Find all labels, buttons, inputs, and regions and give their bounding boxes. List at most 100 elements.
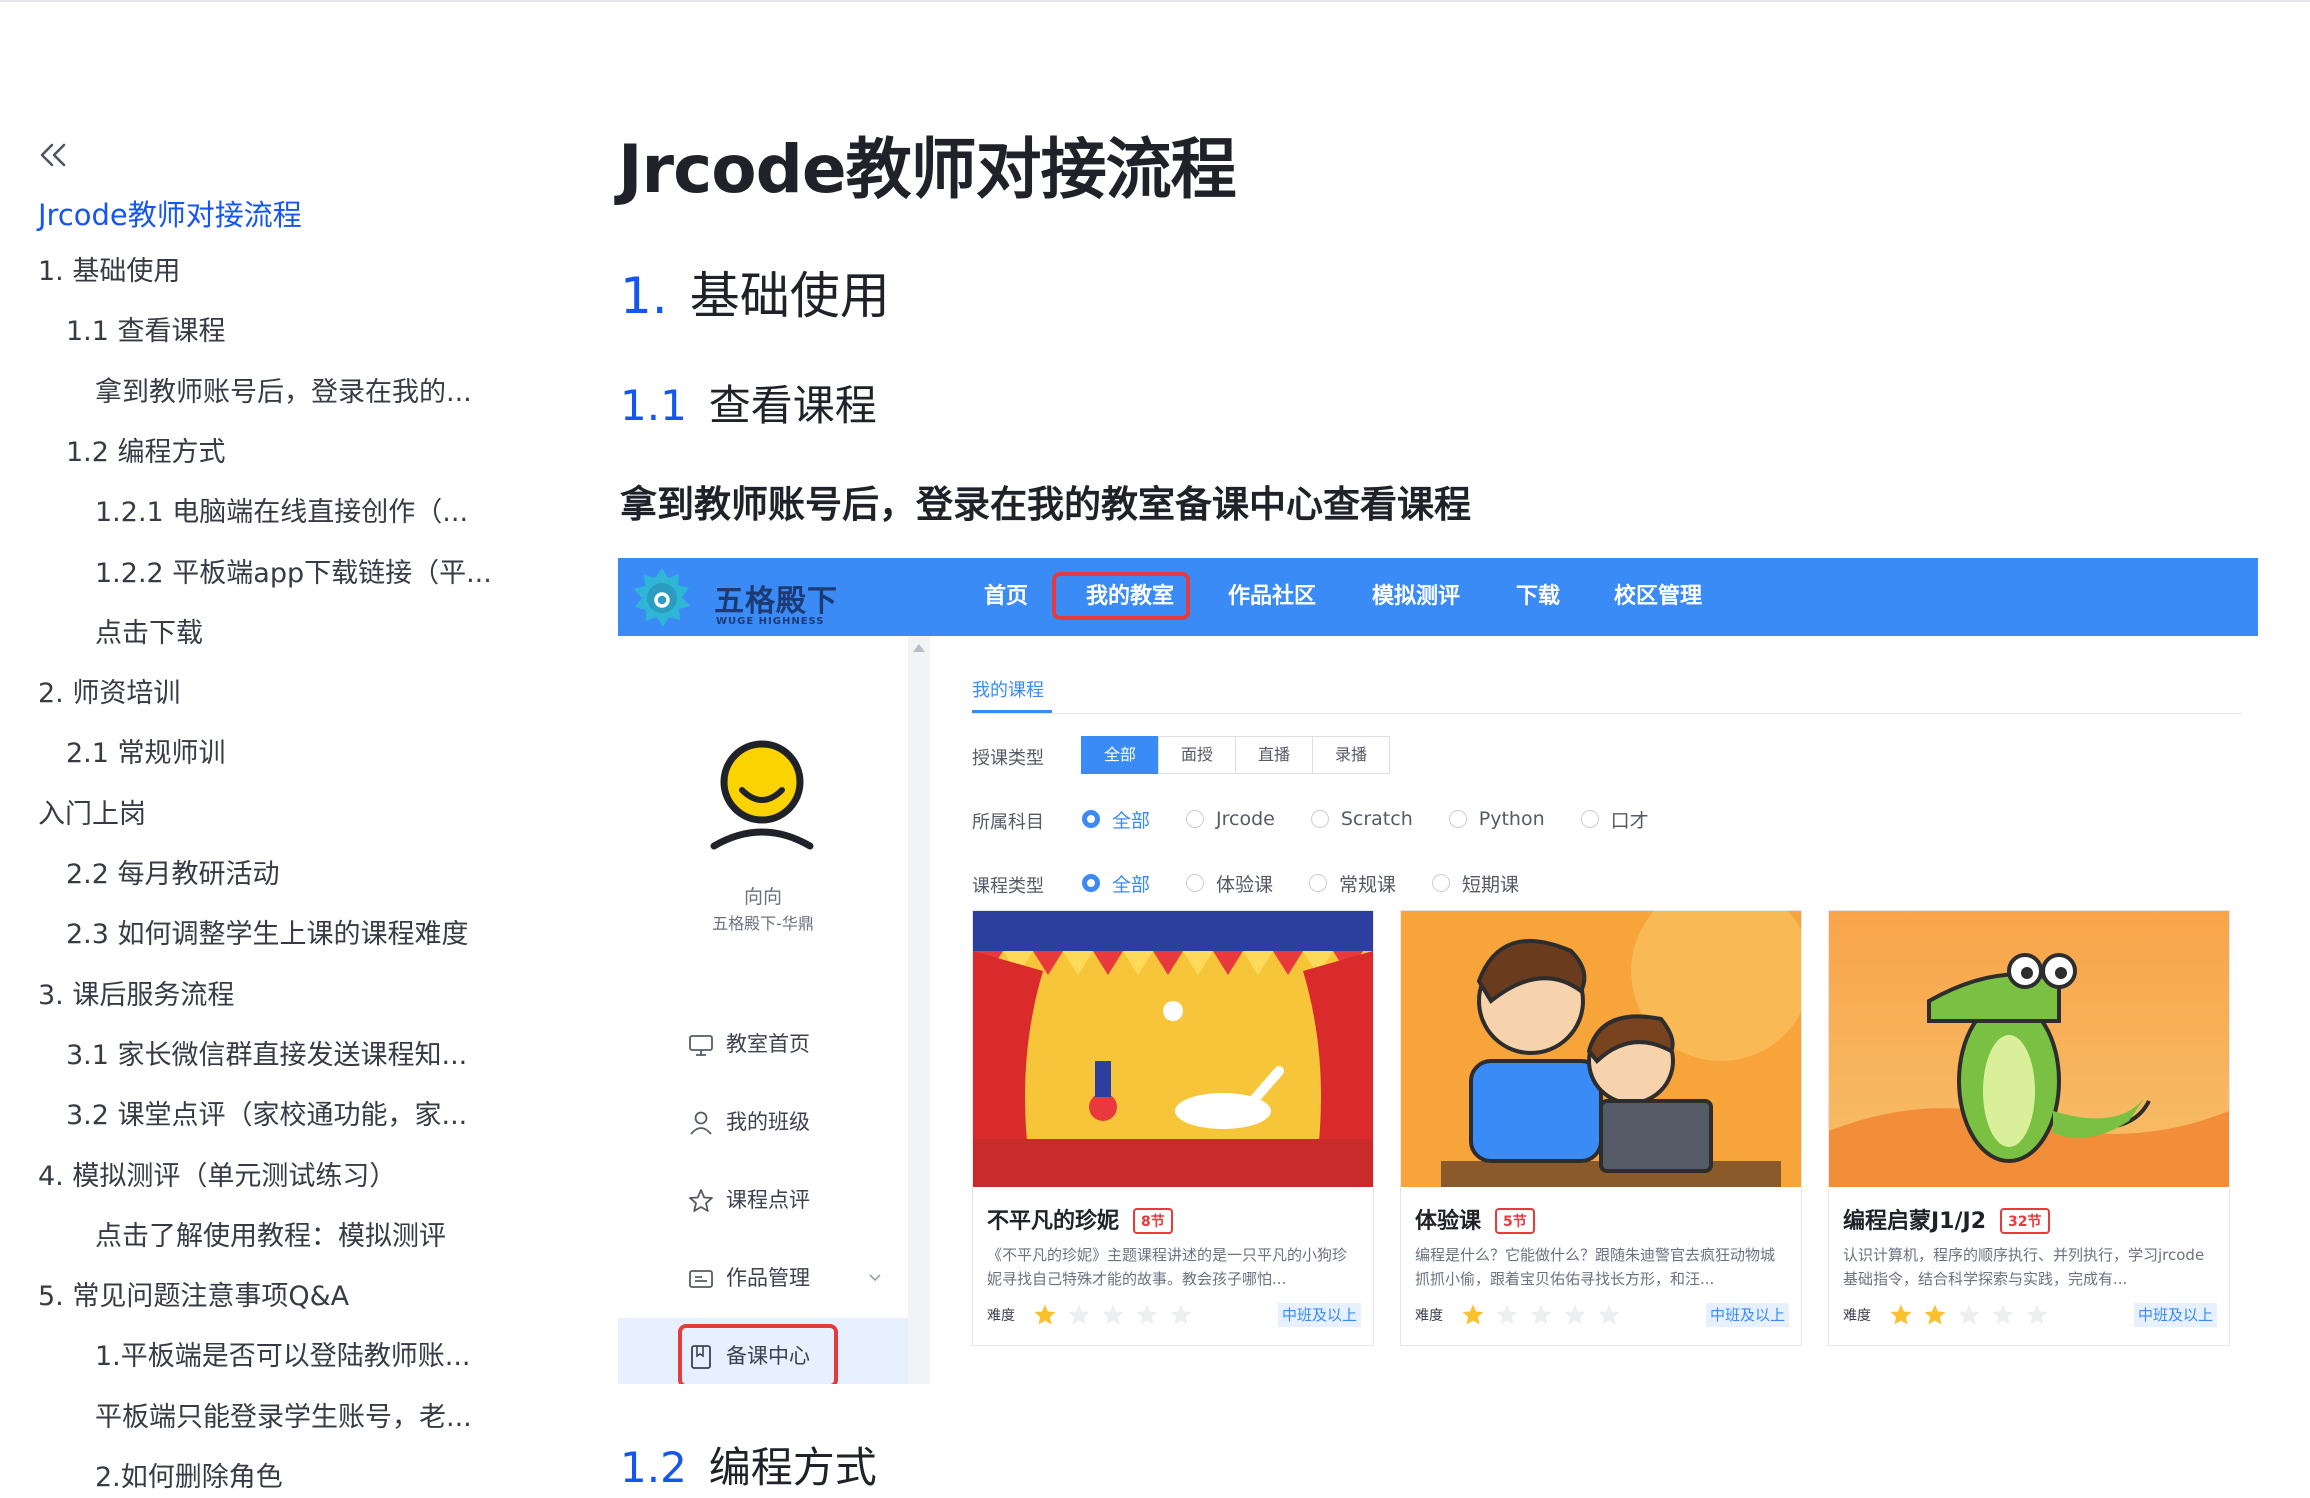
- radio-checked-icon: [1082, 810, 1100, 828]
- outline-item[interactable]: 1.1 查看课程: [66, 314, 226, 350]
- radio-label: 全部: [1112, 809, 1151, 832]
- user-name: 向向: [743, 886, 782, 908]
- outline-item[interactable]: 拿到教师账号后，登录在我的...: [95, 375, 472, 411]
- seg-option-in-person[interactable]: 面授: [1158, 736, 1237, 774]
- radio-course-short[interactable]: 短期课: [1432, 870, 1519, 897]
- outline-item[interactable]: 点击了解使用教程：模拟测评: [95, 1219, 446, 1255]
- heading-number: 1.1: [620, 381, 687, 430]
- age-level-tag: 中班及以上: [1705, 1303, 1789, 1327]
- seg-option-recorded[interactable]: 录播: [1312, 736, 1391, 774]
- outline-item[interactable]: 3.1 家长微信群直接发送课程知...: [66, 1038, 467, 1074]
- star-empty-icon: [1530, 1304, 1552, 1325]
- star-empty-icon: [1598, 1304, 1620, 1325]
- radio-unchecked-icon: [1186, 874, 1205, 892]
- course-card[interactable]: 不平凡的珍妮 8节 《不平凡的珍妮》主题课程讲述的是一只平凡的小狗珍妮寻找自己特殊…: [972, 910, 1374, 1346]
- menu-my-class[interactable]: 我的班级: [618, 1084, 908, 1160]
- radio-checked-icon: [1082, 874, 1100, 892]
- outline-item[interactable]: 2.2 每月教研活动: [66, 857, 280, 893]
- course-footer: 难度 中班及以上: [1843, 1303, 2217, 1327]
- star-filled-icon: [1462, 1304, 1484, 1325]
- star-empty-icon: [1992, 1304, 2014, 1325]
- radio-subject-all[interactable]: 全部: [1082, 806, 1150, 833]
- nav-download[interactable]: 下载: [1516, 558, 1560, 636]
- monitor-icon: [689, 1035, 713, 1056]
- lesson-count-badge: 8节: [1133, 1208, 1173, 1234]
- course-description: 认识计算机，程序的顺序执行、并列执行，学习jrcode基础指令，结合科学探索与实…: [1843, 1246, 2205, 1288]
- menu-label: 教室首页: [726, 1032, 810, 1056]
- radio-subject-python[interactable]: Python: [1448, 808, 1545, 830]
- outline-item[interactable]: 1.平板端是否可以登陆教师账...: [95, 1339, 471, 1375]
- radio-label: Jrcode: [1216, 808, 1275, 830]
- outline-item[interactable]: 入门上岗: [38, 797, 146, 833]
- star-filled-icon: [1924, 1304, 1946, 1325]
- difficulty-stars: [1033, 1303, 1203, 1327]
- document-body: Jrcode教师对接流程 1. 基础使用 1.1 查看课程 拿到教师账号后，登录在我…: [618, 0, 2258, 1498]
- radio-unchecked-icon: [1580, 810, 1599, 828]
- double-chevron-left-icon[interactable]: [34, 136, 72, 174]
- outline-item[interactable]: 1.2.1 电脑端在线直接创作（...: [95, 495, 468, 531]
- outline-item[interactable]: 5. 常见问题注意事项Q&A: [38, 1279, 349, 1315]
- star-empty-icon: [1958, 1304, 1980, 1325]
- menu-classroom-home[interactable]: 教室首页: [618, 1006, 908, 1082]
- radio-subject-scratch[interactable]: Scratch: [1310, 808, 1413, 830]
- difficulty-stars: [1461, 1303, 1631, 1327]
- outline-item[interactable]: 点击下载: [95, 616, 203, 652]
- lesson-count-badge: 32节: [2000, 1208, 2050, 1234]
- radio-course-regular[interactable]: 常规课: [1309, 870, 1396, 897]
- course-card[interactable]: 体验课 5节 编程是什么？它能做什么？跟随朱迪警官去疯狂动物城抓抓小偷，跟着宝贝佑…: [1400, 910, 1802, 1346]
- nav-works-community[interactable]: 作品社区: [1228, 558, 1316, 636]
- tab-my-courses[interactable]: 我的课程: [972, 676, 1044, 702]
- outline-item[interactable]: 1.2 编程方式: [66, 435, 226, 471]
- scroll-up-arrow-icon[interactable]: [913, 644, 925, 652]
- radio-label: 全部: [1112, 873, 1151, 896]
- nav-home[interactable]: 首页: [984, 558, 1028, 636]
- seg-option-all[interactable]: 全部: [1081, 736, 1160, 774]
- outline-item[interactable]: 1.2.2 平板端app下载链接（平...: [95, 556, 492, 592]
- crocodile-illustration: [1829, 911, 2229, 1187]
- course-title: 不平凡的珍妮 8节: [987, 1203, 1173, 1235]
- radio-subject-speech[interactable]: 口才: [1580, 806, 1649, 833]
- menu-course-review[interactable]: 课程点评: [618, 1162, 908, 1238]
- outline-item[interactable]: 平板端只能登录学生账号，老...: [95, 1400, 472, 1436]
- document-outline: Jrcode教师对接流程 1. 基础使用 1.1 查看课程拿到教师账号后，登录在我…: [0, 0, 520, 1498]
- outline-item[interactable]: 2.如何删除角色: [95, 1460, 283, 1496]
- outline-item[interactable]: 3. 课后服务流程: [38, 978, 234, 1014]
- sidebar-scrollbar[interactable]: [908, 636, 930, 1384]
- course-card[interactable]: 编程启蒙J1/J2 32节 认识计算机，程序的顺序执行、并列执行，学习jrcode…: [1828, 910, 2230, 1346]
- outline-item[interactable]: 2.1 常规师训: [66, 736, 226, 772]
- outline-item[interactable]: 4. 模拟测评（单元测试练习）: [38, 1159, 396, 1195]
- star-empty-icon: [1496, 1304, 1518, 1325]
- age-level-tag: 中班及以上: [2133, 1303, 2217, 1327]
- radio-course-trial[interactable]: 体验课: [1186, 870, 1273, 897]
- star-empty-icon: [1136, 1304, 1158, 1325]
- seg-option-live[interactable]: 直播: [1235, 736, 1314, 774]
- nav-campus-admin[interactable]: 校区管理: [1614, 558, 1702, 636]
- outline-item[interactable]: 2. 师资培训: [38, 676, 180, 712]
- radio-label: 体验课: [1216, 873, 1274, 896]
- outline-title[interactable]: Jrcode教师对接流程: [38, 192, 302, 234]
- radio-label: 常规课: [1339, 873, 1397, 896]
- lesson-count-badge: 5节: [1495, 1208, 1535, 1234]
- menu-lesson-prep-center[interactable]: 备课中心: [618, 1318, 908, 1384]
- course-title-text: 不平凡的珍妮: [987, 1209, 1120, 1234]
- radio-subject-jrcode[interactable]: Jrcode: [1186, 808, 1275, 830]
- nav-mock-test[interactable]: 模拟测评: [1372, 558, 1460, 636]
- course-description: 《不平凡的珍妮》主题课程讲述的是一只平凡的小狗珍妮寻找自己特殊才能的故事。教会孩…: [987, 1246, 1348, 1288]
- logo-name: 五格殿下: [714, 584, 838, 619]
- teach-type-segmented: 全部 面授 直播 录播: [1081, 736, 1391, 774]
- menu-works-management[interactable]: 作品管理: [618, 1240, 908, 1316]
- site-logo[interactable]: 五格殿下 WUGE HIGHNESS: [630, 566, 880, 630]
- star-empty-icon: [1068, 1304, 1090, 1325]
- course-title: 体验课 5节: [1415, 1203, 1535, 1235]
- menu-label: 我的班级: [726, 1110, 810, 1134]
- menu-label: 课程点评: [726, 1188, 810, 1212]
- outline-item[interactable]: 2.3 如何调整学生上课的课程难度: [66, 917, 469, 953]
- embedded-screenshot: 五格殿下 WUGE HIGHNESS 首页 我的教室 作品社区 模拟测评 下载 …: [618, 558, 2258, 1384]
- heading-text: 查看课程: [708, 381, 877, 430]
- radio-unchecked-icon: [1310, 810, 1329, 828]
- radio-course-all[interactable]: 全部: [1082, 870, 1150, 897]
- card-icon: [689, 1270, 713, 1288]
- outline-item[interactable]: 3.2 课堂点评（家校通功能，家...: [66, 1098, 467, 1134]
- radio-label: 口才: [1610, 809, 1649, 832]
- outline-item[interactable]: 1. 基础使用: [38, 254, 180, 290]
